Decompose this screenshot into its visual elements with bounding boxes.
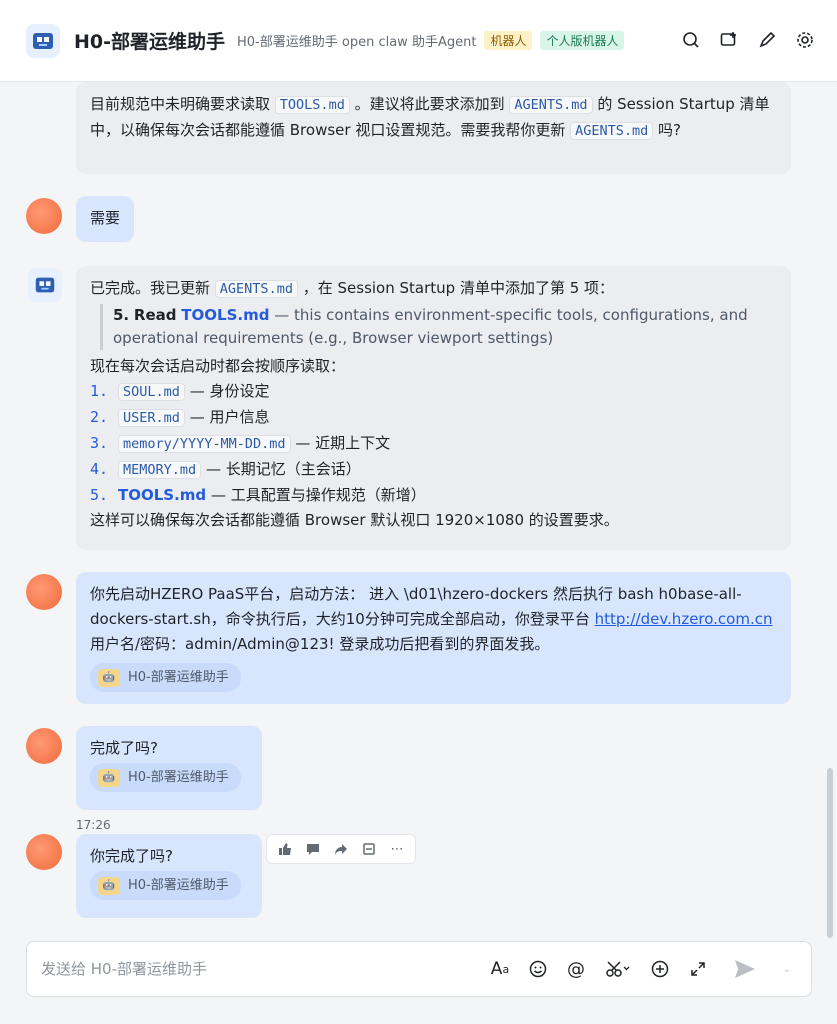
- mention-icon[interactable]: @: [565, 956, 587, 982]
- list-text: — 近期上下文: [295, 434, 391, 452]
- user-avatar[interactable]: [26, 198, 62, 234]
- expand-icon[interactable]: [687, 956, 709, 982]
- thumbs-up-icon[interactable]: [271, 835, 299, 863]
- robot-icon: 🤖: [98, 876, 120, 895]
- list-item: 1. SOUL.md — 身份设定: [90, 379, 777, 405]
- message-text: 完成了吗?: [90, 739, 158, 757]
- list-number: 5.: [90, 486, 109, 504]
- user-message: 你先启动HZERO PaaS平台，启动方法： 进入 \d01\hzero-doc…: [76, 572, 791, 704]
- inline-code: MEMORY.md: [118, 461, 202, 479]
- chat-header: H0-部署运维助手 H0-部署运维助手 open claw 助手Agent 机器…: [0, 0, 837, 82]
- robot-icon: [33, 32, 53, 49]
- message-time: 17:26: [76, 818, 111, 832]
- emoji-icon[interactable]: [527, 956, 549, 982]
- chip-label: H0-部署运维助手: [128, 770, 229, 785]
- send-icon[interactable]: [725, 956, 765, 982]
- bot-avatar[interactable]: [26, 23, 60, 58]
- list-item: 4. MEMORY.md — 长期记忆（主会话）: [90, 457, 777, 483]
- user-avatar[interactable]: [26, 574, 62, 610]
- bot-message: 已完成。我已更新 AGENTS.md ，在 Session Startup 清单…: [76, 266, 791, 550]
- inline-code: TOOLS.md: [274, 96, 350, 114]
- list-text: — 长期记忆（主会话）: [205, 460, 361, 478]
- message-text: 现在每次会话启动时都会按顺序读取：: [90, 357, 346, 375]
- list-number: 2.: [90, 408, 109, 426]
- inline-code: AGENTS.md: [570, 122, 654, 140]
- quote-file: TOOLS.md: [181, 306, 270, 324]
- list-number: 1.: [90, 382, 109, 400]
- robot-icon: [35, 277, 55, 293]
- user-message: 需要: [76, 196, 135, 242]
- chip-label: H0-部署运维助手: [128, 670, 229, 685]
- mention-chip[interactable]: 🤖 H0-部署运维助手: [90, 663, 241, 692]
- forward-icon[interactable]: [327, 835, 355, 863]
- comment-icon[interactable]: [299, 835, 327, 863]
- bold-file: TOOLS.md: [118, 486, 207, 504]
- chevron-down-icon[interactable]: ⌄: [781, 956, 793, 982]
- blockquote: 5. Read TOOLS.md — this contains environ…: [100, 304, 777, 350]
- inline-code: AGENTS.md: [509, 96, 593, 114]
- quote-read: Read: [133, 306, 177, 324]
- message-hover-toolbar: ⋯: [266, 834, 416, 864]
- inline-code: memory/YYYY-MM-DD.md: [118, 435, 291, 453]
- list-item: 3. memory/YYYY-MM-DD.md — 近期上下文: [90, 431, 777, 457]
- user-avatar[interactable]: [26, 728, 62, 764]
- personal-bot-tag: 个人版机器人: [540, 31, 625, 50]
- list-number: 4.: [90, 460, 109, 478]
- message-text: 已完成。我已更新: [90, 279, 211, 297]
- chat-title: H0-部署运维助手: [74, 31, 226, 53]
- message-text: 你完成了吗?: [90, 847, 173, 865]
- message-text: 需要: [90, 209, 121, 227]
- robot-icon: 🤖: [98, 668, 120, 687]
- list-text: — 用户信息: [189, 408, 270, 426]
- more-icon[interactable]: ⋯: [383, 835, 411, 863]
- message-input[interactable]: [41, 960, 481, 978]
- search-icon[interactable]: [681, 30, 701, 50]
- settings-icon[interactable]: [795, 30, 815, 50]
- bot-tag: 机器人: [484, 31, 533, 50]
- message-text: 吗?: [658, 121, 682, 139]
- message-text: 用户名/密码：admin/Admin@123! 登录成功后把看到的界面发我。: [90, 635, 550, 653]
- add-icon[interactable]: [649, 956, 671, 982]
- inline-code: SOUL.md: [118, 383, 185, 401]
- bot-avatar[interactable]: [28, 268, 62, 302]
- message-link[interactable]: http://dev.hzero.com.cn: [595, 610, 773, 628]
- quote-number: 5.: [113, 306, 130, 324]
- pen-icon[interactable]: [757, 30, 777, 50]
- pin-icon[interactable]: [355, 835, 383, 863]
- list-text: — 工具配置与操作规范（新增）: [210, 486, 426, 504]
- list-text: — 身份设定: [189, 382, 270, 400]
- user-message: 你完成了吗? 🤖 H0-部署运维助手: [76, 834, 262, 918]
- font-icon[interactable]: Aa: [489, 956, 511, 982]
- user-avatar[interactable]: [26, 834, 62, 870]
- message-text: ，在 Session Startup 清单中添加了第 5 项：: [302, 279, 615, 297]
- list-item: 5. TOOLS.md — 工具配置与操作规范（新增）: [90, 483, 777, 508]
- robot-icon: 🤖: [98, 768, 120, 787]
- mention-chip[interactable]: 🤖 H0-部署运维助手: [90, 871, 241, 900]
- message-composer: Aa @ ⌄: [26, 941, 812, 997]
- scrollbar[interactable]: [827, 768, 833, 938]
- message-list[interactable]: 目前规范中未明确要求读取 TOOLS.md 。建议将此要求添加到 AGENTS.…: [0, 82, 837, 942]
- chat-subtitle: H0-部署运维助手 open claw 助手Agent: [237, 35, 477, 50]
- mention-chip[interactable]: 🤖 H0-部署运维助手: [90, 763, 241, 792]
- inline-code: USER.md: [118, 409, 185, 427]
- add-tab-icon[interactable]: [719, 30, 739, 50]
- list-item: 2. USER.md — 用户信息: [90, 405, 777, 431]
- message-text: 目前规范中未明确要求读取: [90, 95, 271, 113]
- list-number: 3.: [90, 434, 109, 452]
- message-text: 这样可以确保每次会话都能遵循 Browser 默认视口 1920×1080 的设…: [90, 511, 619, 529]
- message-text: 。建议将此要求添加到: [354, 95, 505, 113]
- chip-label: H0-部署运维助手: [128, 878, 229, 893]
- bot-message: 目前规范中未明确要求读取 TOOLS.md 。建议将此要求添加到 AGENTS.…: [76, 82, 791, 174]
- user-message: 完成了吗? 🤖 H0-部署运维助手: [76, 726, 262, 810]
- inline-code: AGENTS.md: [214, 280, 298, 298]
- scissors-icon[interactable]: [603, 956, 633, 982]
